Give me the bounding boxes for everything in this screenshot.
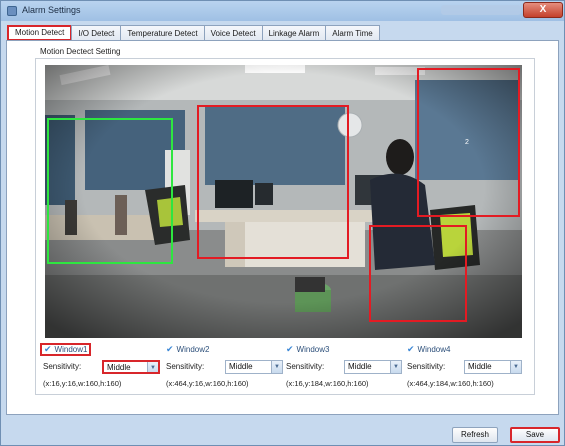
window2-label: Window2 [176, 345, 210, 354]
window-title: Alarm Settings [22, 5, 81, 15]
window1-checkbox[interactable]: ✔ Window1 [40, 343, 92, 356]
save-button[interactable]: Save [510, 427, 560, 443]
group-title: Motion Dectect Setting [40, 47, 121, 56]
check-icon: ✔ [286, 344, 294, 354]
window4-checkbox[interactable]: ✔ Window4 [407, 343, 450, 356]
detect-window-1-box[interactable] [47, 118, 173, 264]
tab-temperature-detect[interactable]: Temperature Detect [120, 25, 205, 41]
tab-strip: Motion Detect I/O Detect Temperature Det… [7, 25, 380, 41]
window2-coords: (x:464,y:16,w:160,h:160) [166, 379, 249, 388]
window4-sensitivity-value: Middle [468, 362, 492, 371]
alarm-settings-window: Alarm Settings X Motion Detect I/O Detec… [0, 0, 565, 446]
check-icon: ✔ [44, 344, 52, 354]
window4-label: Window4 [417, 345, 451, 354]
window1-sensitivity-value: Middle [107, 363, 131, 372]
window2-sensitivity-label: Sensitivity: [166, 362, 205, 371]
tab-io-detect[interactable]: I/O Detect [71, 25, 122, 41]
window4-sensitivity-select[interactable]: Middle ▼ [464, 360, 522, 374]
tab-linkage-alarm[interactable]: Linkage Alarm [261, 25, 327, 41]
window3-sensitivity-value: Middle [348, 362, 372, 371]
camera-preview[interactable]: 2 [45, 65, 522, 338]
window3-sensitivity-select[interactable]: Middle ▼ [344, 360, 402, 374]
window3-label: Window3 [296, 345, 330, 354]
tab-alarm-time[interactable]: Alarm Time [325, 25, 380, 41]
detect-window-4-box[interactable] [369, 225, 467, 322]
chevron-down-icon[interactable]: ▼ [510, 361, 521, 373]
window4-sensitivity-label: Sensitivity: [407, 362, 446, 371]
window3-coords: (x:16,y:184,w:160,h:160) [286, 379, 369, 388]
window1-sensitivity-label: Sensitivity: [43, 362, 82, 371]
window3-sensitivity-label: Sensitivity: [286, 362, 325, 371]
title-bar: Alarm Settings X [1, 1, 564, 21]
window2-sensitivity-value: Middle [229, 362, 253, 371]
chevron-down-icon[interactable]: ▼ [271, 361, 282, 373]
chevron-down-icon[interactable]: ▼ [147, 362, 158, 372]
chevron-down-icon[interactable]: ▼ [390, 361, 401, 373]
check-icon: ✔ [407, 344, 415, 354]
window1-sensitivity-select[interactable]: Middle ▼ [102, 360, 160, 374]
window4-coords: (x:464,y:184,w:160,h:160) [407, 379, 494, 388]
window2-checkbox[interactable]: ✔ Window2 [166, 343, 209, 356]
check-icon: ✔ [166, 344, 174, 354]
tab-motion-detect[interactable]: Motion Detect [7, 25, 73, 41]
app-icon [7, 6, 17, 16]
window3-checkbox[interactable]: ✔ Window3 [286, 343, 329, 356]
refresh-button[interactable]: Refresh [452, 427, 498, 443]
window2-sensitivity-select[interactable]: Middle ▼ [225, 360, 283, 374]
title-bar-blur [441, 5, 521, 15]
close-button[interactable]: X [523, 2, 563, 18]
detect-window-3-box[interactable] [197, 105, 349, 259]
tab-voice-detect[interactable]: Voice Detect [203, 25, 263, 41]
window1-coords: (x:16,y:16,w:160,h:160) [43, 379, 122, 388]
detect-window-2-number: 2 [465, 139, 469, 146]
window1-label: Window1 [54, 345, 88, 354]
